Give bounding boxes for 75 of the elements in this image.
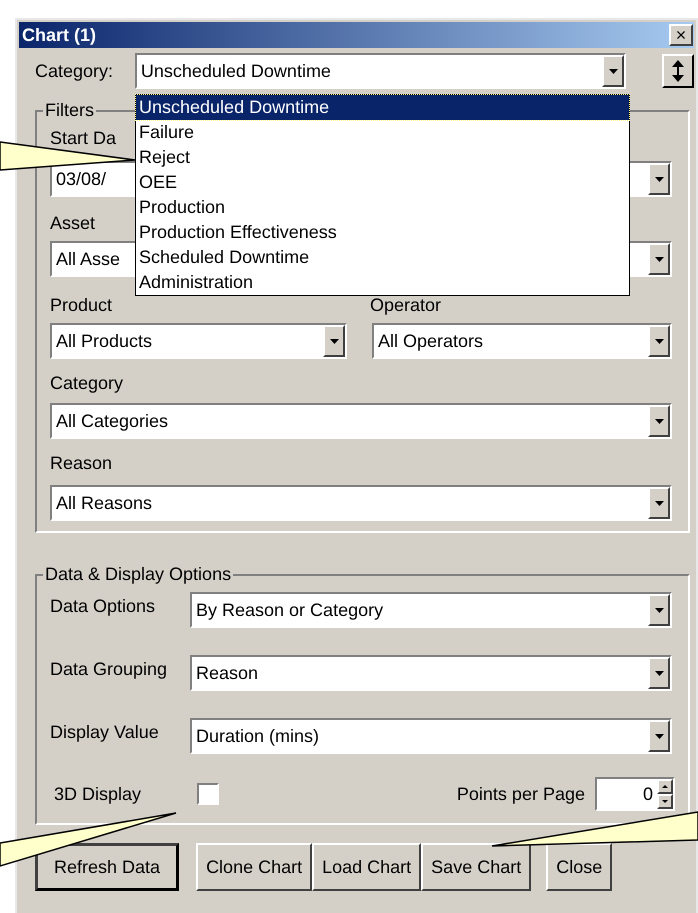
field-label: Category: xyxy=(35,61,114,81)
combo-box[interactable]: All Categories xyxy=(50,403,672,439)
combo-value: All Reasons xyxy=(56,492,152,514)
combo-value: All Asse xyxy=(56,248,120,270)
dropdown-option[interactable]: Production Effectiveness xyxy=(136,220,629,245)
combo-value: All Categories xyxy=(56,410,168,433)
dialog-button[interactable]: Load Chart xyxy=(312,843,422,891)
dialog-button[interactable]: Close xyxy=(546,843,612,891)
dropdown-button[interactable] xyxy=(648,325,670,357)
field-label: Asset xyxy=(50,213,96,233)
dropdown-button[interactable] xyxy=(323,325,345,357)
expand-button[interactable] xyxy=(662,54,694,88)
combo-value: 03/08/ xyxy=(56,168,106,190)
dropdown-button[interactable] xyxy=(648,657,670,689)
spin-down-button[interactable] xyxy=(657,794,673,809)
field-label: Data Options xyxy=(50,596,156,616)
caret-icon xyxy=(608,68,618,74)
caret-icon xyxy=(330,338,338,344)
dropdown-button[interactable] xyxy=(648,163,670,195)
combo-box[interactable]: All Operators xyxy=(372,323,672,359)
combo-value: By Reason or Category xyxy=(196,598,384,622)
combo-box[interactable]: Reason xyxy=(190,655,672,691)
caret-icon xyxy=(654,734,664,738)
field-label: Start Da xyxy=(50,128,116,148)
field-label: Reason xyxy=(50,453,112,473)
caret-icon xyxy=(654,176,664,182)
dropdown-button[interactable] xyxy=(602,55,624,87)
group-title: Data & Display Options xyxy=(43,564,234,584)
up-caret-icon xyxy=(662,785,668,788)
dropdown-option[interactable]: Scheduled Downtime xyxy=(136,245,629,270)
field-label: Category xyxy=(50,373,124,393)
caret-icon xyxy=(654,256,664,262)
dropdown-button[interactable] xyxy=(648,594,670,626)
dialog-button[interactable]: Clone Chart xyxy=(196,843,312,891)
dropdown-option[interactable]: OEE xyxy=(136,170,629,195)
field-label: Data Grouping xyxy=(50,659,168,679)
down-caret-icon xyxy=(662,800,668,803)
field-label: Operator xyxy=(370,295,442,315)
combo-value: Reason xyxy=(196,662,258,684)
field-label: Product xyxy=(50,295,114,315)
dropdown-option[interactable]: Unscheduled Downtime xyxy=(136,95,629,120)
dropdown-button[interactable] xyxy=(648,243,670,275)
combo-value: Duration (mins) xyxy=(196,724,320,748)
combo-value: All Products xyxy=(56,330,152,352)
caret-icon xyxy=(654,670,664,676)
dropdown-button[interactable] xyxy=(648,405,670,437)
spin-value: 0 xyxy=(642,783,653,806)
combo-box[interactable]: Unscheduled Downtime xyxy=(134,53,626,89)
combo-value: Unscheduled Downtime xyxy=(140,60,331,82)
dropdown-button[interactable] xyxy=(648,487,670,519)
dropdown-button[interactable] xyxy=(648,720,670,752)
spin-up-button[interactable] xyxy=(657,779,673,794)
dialog-button[interactable]: Save Chart xyxy=(421,843,532,891)
caret-icon xyxy=(654,500,664,506)
dialog-button[interactable]: Refresh Data xyxy=(35,843,180,891)
combo-box[interactable]: All Products xyxy=(50,323,347,359)
close-button[interactable]: × xyxy=(669,24,693,46)
spin-box[interactable]: 0 xyxy=(595,777,675,811)
field-label: Display Value xyxy=(50,722,160,742)
dropdown-option[interactable]: Production xyxy=(136,195,629,220)
combo-box[interactable]: All Reasons xyxy=(50,485,672,521)
combo-value: All Operators xyxy=(378,330,484,353)
checkbox[interactable] xyxy=(197,783,219,805)
combo-box[interactable]: By Reason or Category xyxy=(190,592,672,628)
dropdown-option[interactable]: Reject xyxy=(136,145,629,170)
field-label: Points per Page xyxy=(456,784,585,804)
caret-icon xyxy=(654,418,664,424)
field-label: 3D Display xyxy=(54,784,142,804)
combo-box[interactable]: Duration (mins) xyxy=(190,718,672,754)
up-down-arrow-icon xyxy=(671,60,686,82)
dropdown-option[interactable]: Administration xyxy=(136,270,629,295)
caret-icon xyxy=(654,608,664,612)
dropdown-option[interactable]: Failure xyxy=(136,120,629,145)
caret-icon xyxy=(654,338,664,344)
window-title: Chart (1) xyxy=(22,24,96,47)
